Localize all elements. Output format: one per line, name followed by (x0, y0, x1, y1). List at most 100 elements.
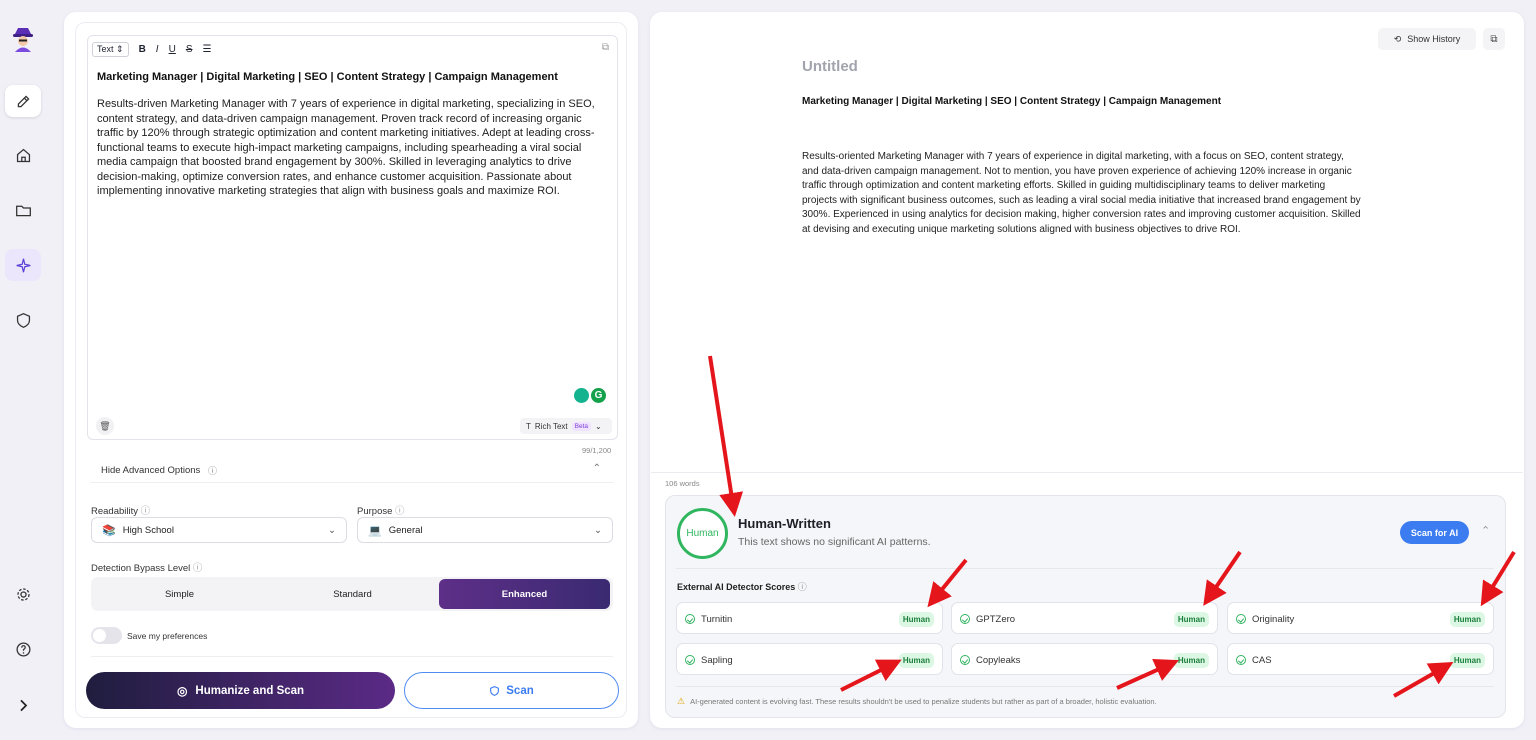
detector-name: GPTZero (976, 614, 1016, 625)
bulb-icon[interactable] (574, 388, 589, 403)
info-icon: ⓘ (192, 563, 203, 574)
shield-icon (490, 685, 500, 696)
copy-icon[interactable]: ⧉ (602, 42, 609, 53)
trash-icon[interactable]: 🗑 (96, 417, 114, 435)
document-title[interactable]: Untitled (802, 58, 858, 75)
purpose-label: Purpose ⓘ (357, 503, 405, 517)
detector-cas: CAS Human (1227, 643, 1494, 675)
level-enhanced[interactable]: Enhanced (439, 579, 610, 609)
save-preferences-label: Save my preferences (127, 631, 208, 641)
shield-icon[interactable] (5, 304, 41, 336)
grammarly-icon[interactable]: G (591, 388, 606, 403)
beta-badge: Beta (571, 421, 592, 431)
check-circle-icon (1236, 614, 1246, 624)
format-select[interactable]: Text ⇕ (92, 41, 129, 57)
edit-icon[interactable] (5, 85, 41, 117)
result-subtitle: This text shows no significant AI patter… (738, 536, 931, 548)
info-icon: ⓘ (208, 466, 218, 476)
expand-icon[interactable] (5, 689, 41, 721)
output-heading: Marketing Manager | Digital Marketing | … (802, 96, 1222, 107)
divider (91, 656, 613, 657)
verdict-badge: Human (898, 653, 934, 668)
result-divider (676, 568, 1494, 569)
check-circle-icon (960, 614, 970, 624)
readability-select[interactable]: 📚 High School ⌄ (91, 517, 347, 543)
laptop-icon: 💻 (368, 524, 382, 537)
level-simple[interactable]: Simple (93, 579, 266, 609)
purpose-select[interactable]: 💻 General ⌄ (357, 517, 613, 543)
sparkle-icon[interactable] (5, 249, 41, 281)
detector-turnitin: Turnitin Human (676, 602, 943, 634)
books-icon: 📚 (102, 524, 116, 537)
show-history-button[interactable]: ⟲ Show History (1378, 28, 1476, 50)
output-body: Results-oriented Marketing Manager with … (802, 151, 1361, 235)
info-icon: ⓘ (797, 582, 807, 592)
disclaimer: ⚠ AI-generated content is evolving fast.… (677, 696, 1157, 707)
editor-toolbar: Text ⇕ B I U S ☰ (92, 41, 211, 57)
check-circle-icon (685, 614, 695, 624)
help-icon[interactable] (5, 633, 41, 665)
warning-icon: ⚠ (677, 696, 686, 706)
text-editor[interactable]: Text ⇕ B I U S ☰ ⧉ Marketing Manager | D… (87, 35, 618, 440)
bold-icon[interactable]: B (139, 44, 146, 55)
info-icon: ⓘ (140, 506, 151, 517)
bypass-label-text: Detection Bypass Level (91, 563, 191, 574)
bypass-level-selector: Simple Standard Enhanced (91, 577, 613, 611)
detector-name: Sapling (701, 655, 733, 666)
check-circle-icon (685, 655, 695, 665)
show-history-label: Show History (1407, 34, 1461, 44)
detector-name: Originality (1252, 614, 1295, 625)
verdict-badge: Human (1449, 653, 1485, 668)
home-icon[interactable] (5, 139, 41, 171)
human-score-ring: Human (677, 508, 728, 559)
format-select-value: Text (97, 43, 114, 54)
detectors-heading: External AI Detector Scores ⓘ (677, 580, 807, 593)
detector-name: Copyleaks (976, 655, 1021, 666)
chevron-up-icon: ⌃ (592, 463, 601, 474)
detector-name: CAS (1252, 655, 1272, 666)
advanced-options-label: Hide Advanced Options (101, 465, 201, 476)
check-circle-icon (960, 655, 970, 665)
readability-label: Readability ⓘ (91, 503, 150, 517)
toggle-knob (93, 629, 106, 642)
humanize-scan-label: Humanize and Scan (195, 684, 305, 697)
history-icon: ⟲ (1393, 33, 1402, 44)
logo-icon[interactable] (10, 25, 36, 53)
detectors-heading-text: External AI Detector Scores (677, 582, 796, 592)
detector-originality: Originality Human (1227, 602, 1494, 634)
scan-label: Scan (506, 684, 534, 697)
advanced-options-toggle[interactable]: Hide Advanced Options ⓘ ⌃ (91, 459, 613, 483)
rich-text-label: Rich Text (534, 421, 568, 431)
editor-body: Results-driven Marketing Manager with 7 … (97, 98, 595, 197)
bypass-label: Detection Bypass Level ⓘ (91, 560, 202, 574)
chevron-up-icon[interactable]: ⌃ (1481, 524, 1490, 537)
chevron-down-icon: ⌄ (594, 524, 602, 536)
scan-button[interactable]: Scan (404, 672, 619, 709)
detector-sapling: Sapling Human (676, 643, 943, 675)
save-preferences-toggle[interactable] (91, 627, 122, 644)
readability-label-text: Readability (91, 506, 138, 517)
text-icon: T (526, 421, 531, 431)
settings-icon[interactable] (5, 578, 41, 610)
verdict-badge: Human (898, 612, 934, 627)
chevron-down-icon: ⌄ (328, 524, 336, 536)
verdict-badge: Human (1449, 612, 1485, 627)
underline-icon[interactable]: U (169, 44, 176, 55)
verdict-badge: Human (1173, 653, 1209, 668)
word-count: 106 words (665, 479, 700, 488)
copy-output-button[interactable]: ⧉ (1483, 28, 1505, 50)
rich-text-toggle[interactable]: T Rich Text Beta ⌄ (520, 418, 612, 434)
list-icon[interactable]: ☰ (202, 44, 211, 55)
disclaimer-text: AI-generated content is evolving fast. T… (690, 697, 1157, 706)
purpose-value: General (388, 524, 423, 536)
readability-value: High School (122, 524, 174, 536)
folder-icon[interactable] (5, 194, 41, 226)
output-divider (651, 472, 1523, 473)
level-standard[interactable]: Standard (266, 579, 439, 609)
humanize-scan-button[interactable]: ◎ Humanize and Scan (86, 672, 395, 709)
italic-icon[interactable]: I (156, 44, 159, 55)
detector-name: Turnitin (701, 614, 733, 625)
scan-for-ai-button[interactable]: Scan for AI (1400, 521, 1469, 544)
grammarly-icons[interactable]: G (574, 388, 606, 403)
strikethrough-icon[interactable]: S (186, 44, 193, 55)
